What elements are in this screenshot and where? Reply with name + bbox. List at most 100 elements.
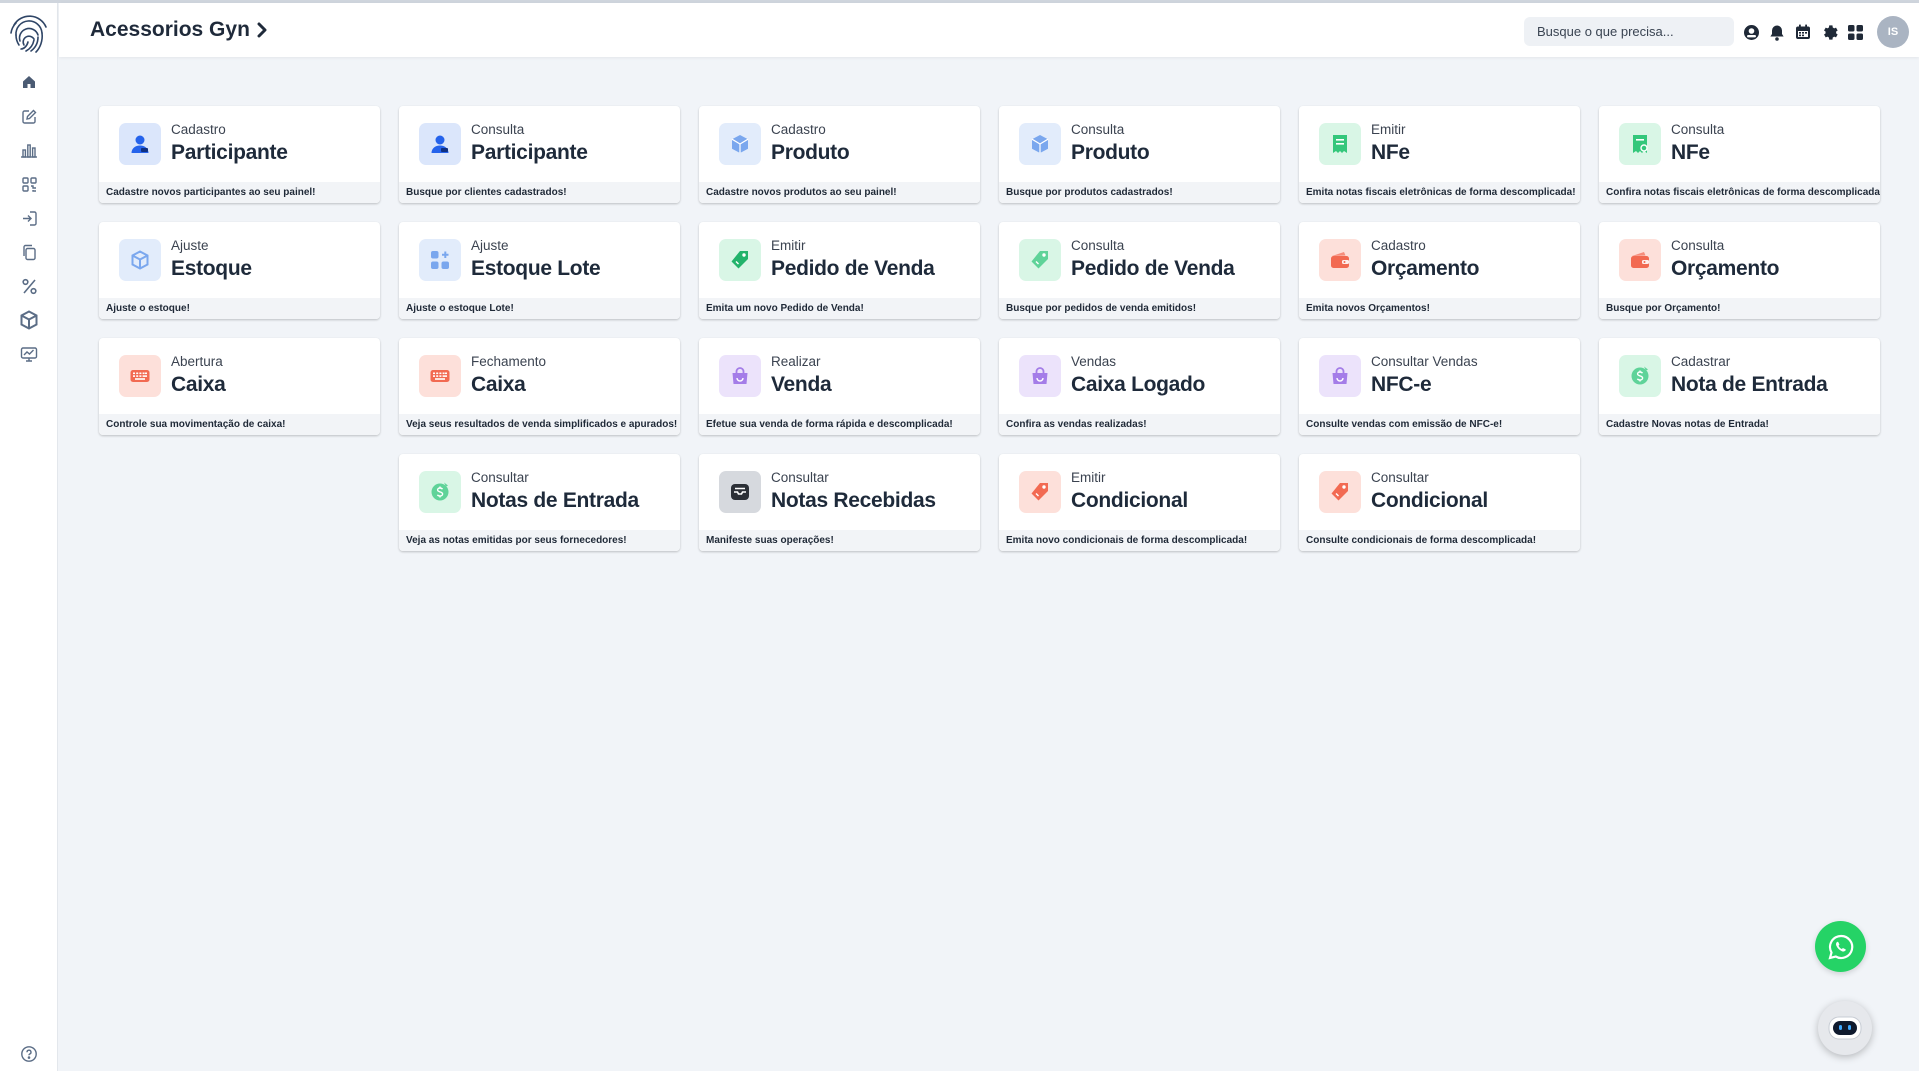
card-description: Emita novo condicionais de forma descomp… xyxy=(999,530,1280,551)
cube-icon xyxy=(719,123,761,165)
bag-icon xyxy=(1319,355,1361,397)
keyboard-icon xyxy=(419,355,461,397)
card-consultar-condicional[interactable]: Consultar Condicional Consulte condicionai… xyxy=(1299,454,1580,551)
card-emitir-nfe[interactable]: Emitir NFe Emita notas fiscais eletrônicas… xyxy=(1299,106,1580,203)
card-ajuste-estoque[interactable]: Ajuste Estoque Ajuste o estoque! xyxy=(99,222,380,319)
calendar-icon[interactable] xyxy=(1794,23,1812,41)
card-description: Consulte vendas com emissão de NFC-e! xyxy=(1299,414,1580,435)
card-title: Nota de Entrada xyxy=(1671,373,1828,396)
card-subtitle: Ajuste xyxy=(471,238,509,253)
card-subtitle: Cadastro xyxy=(771,122,826,137)
card-consultar-notas-entrada[interactable]: Consultar Notas de Entrada Veja as notas e… xyxy=(399,454,680,551)
whatsapp-icon xyxy=(1827,934,1853,960)
card-emitir-condicional[interactable]: Emitir Condicional Emita novo condicionais… xyxy=(999,454,1280,551)
company-selector[interactable]: Acessorios Gyn xyxy=(90,18,268,42)
tag-icon xyxy=(719,239,761,281)
card-cadastro-produto[interactable]: Cadastro Produto Cadastre novos produtos a… xyxy=(699,106,980,203)
card-consulta-nfe[interactable]: Consulta NFe Confira notas fiscais eletrôn… xyxy=(1599,106,1880,203)
card-subtitle: Cadastro xyxy=(1371,238,1426,253)
wallet-icon xyxy=(1619,239,1661,281)
card-abertura-caixa[interactable]: Abertura Caixa Controle sua movimentação d… xyxy=(99,338,380,435)
card-description: Veja seus resultados de venda simplifica… xyxy=(399,414,680,435)
card-consulta-produto[interactable]: Consulta Produto Busque por produtos cadas… xyxy=(999,106,1280,203)
help-icon[interactable] xyxy=(17,1042,41,1066)
fingerprint-logo-icon[interactable] xyxy=(6,11,52,57)
card-vendas-caixa-logado[interactable]: Vendas Caixa Logado Confira as vendas real… xyxy=(999,338,1280,435)
card-description: Cadastre novos produtos ao seu painel! xyxy=(699,182,980,203)
box-icon[interactable] xyxy=(17,308,41,332)
card-subtitle: Cadastro xyxy=(171,122,226,137)
coin-icon xyxy=(419,471,461,513)
assistant-button[interactable] xyxy=(1818,1001,1872,1055)
card-title: Caixa Logado xyxy=(1071,373,1206,396)
card-description: Busque por clientes cadastrados! xyxy=(399,182,680,203)
apps-grid-icon[interactable] xyxy=(1846,23,1864,41)
home-icon[interactable] xyxy=(17,70,41,94)
card-subtitle: Emitir xyxy=(1371,122,1406,137)
login-icon[interactable] xyxy=(17,206,41,230)
cube-icon xyxy=(1019,123,1061,165)
card-subtitle: Emitir xyxy=(1071,470,1106,485)
bag-icon xyxy=(719,355,761,397)
card-consulta-orcamento[interactable]: Consulta Orçamento Busque por Orçamento! xyxy=(1599,222,1880,319)
card-title: NFC-e xyxy=(1371,373,1432,396)
card-subtitle: Emitir xyxy=(771,238,806,253)
card-cadastrar-nota-entrada[interactable]: Cadastrar Nota de Entrada Cadastre Novas n… xyxy=(1599,338,1880,435)
card-description: Busque por Orçamento! xyxy=(1599,298,1880,319)
receipt-search-icon xyxy=(1619,123,1661,165)
card-cadastro-orcamento[interactable]: Cadastro Orçamento Emita novos Orçamentos! xyxy=(1299,222,1580,319)
card-consulta-participante[interactable]: Consulta Participante Busque por clientes … xyxy=(399,106,680,203)
card-title: Notas Recebidas xyxy=(771,489,936,512)
card-title: Estoque xyxy=(171,257,252,280)
percent-icon[interactable] xyxy=(17,274,41,298)
card-description: Emita um novo Pedido de Venda! xyxy=(699,298,980,319)
card-emitir-pedido-venda[interactable]: Emitir Pedido de Venda Emita um novo Pedid… xyxy=(699,222,980,319)
monitor-chart-icon[interactable] xyxy=(17,342,41,366)
card-title: Caixa xyxy=(171,373,226,396)
card-subtitle: Consulta xyxy=(1071,238,1125,253)
card-subtitle: Vendas xyxy=(1071,354,1117,369)
gear-icon[interactable] xyxy=(1820,23,1838,41)
tag-icon xyxy=(1319,471,1361,513)
card-description: Cadastre Novas notas de Entrada! xyxy=(1599,414,1880,435)
search-input[interactable] xyxy=(1524,17,1734,46)
card-description: Efetue sua venda de forma rápida e desco… xyxy=(699,414,980,435)
card-title: Participante xyxy=(171,141,288,164)
wallet-icon xyxy=(1319,239,1361,281)
support-agent-icon[interactable] xyxy=(1742,23,1760,41)
card-ajuste-estoque-lote[interactable]: Ajuste Estoque Lote Ajuste o estoque Lote! xyxy=(399,222,680,319)
card-consultar-vendas-nfce[interactable]: Consultar Vendas NFC-e Consulte vendas com… xyxy=(1299,338,1580,435)
card-description: Controle sua movimentação de caixa! xyxy=(99,414,380,435)
avatar[interactable]: IS xyxy=(1877,16,1909,48)
card-consulta-pedido-venda[interactable]: Consulta Pedido de Venda Busque por pedido… xyxy=(999,222,1280,319)
card-title: Caixa xyxy=(471,373,526,396)
card-description: Cadastre novos participantes ao seu pain… xyxy=(99,182,380,203)
card-title: Condicional xyxy=(1371,489,1488,512)
card-subtitle: Cadastrar xyxy=(1671,354,1731,369)
card-subtitle: Consultar xyxy=(471,470,529,485)
tag-icon xyxy=(1019,239,1061,281)
card-realizar-venda[interactable]: Realizar Venda Efetue sua venda de forma r… xyxy=(699,338,980,435)
card-description: Veja as notas emitidas por seus forneced… xyxy=(399,530,680,551)
copy-icon[interactable] xyxy=(17,240,41,264)
bag-icon xyxy=(1019,355,1061,397)
card-subtitle: Ajuste xyxy=(171,238,209,253)
card-fechamento-caixa[interactable]: Fechamento Caixa Veja seus resultados de v… xyxy=(399,338,680,435)
card-subtitle: Abertura xyxy=(171,354,223,369)
card-subtitle: Consulta xyxy=(1671,238,1725,253)
edit-icon[interactable] xyxy=(17,104,41,128)
user-icon xyxy=(419,123,461,165)
chart-bars-icon[interactable] xyxy=(17,138,41,162)
whatsapp-button[interactable] xyxy=(1815,921,1866,972)
card-subtitle: Consulta xyxy=(1671,122,1725,137)
tag-icon xyxy=(1019,471,1061,513)
qr-scan-icon[interactable] xyxy=(17,172,41,196)
card-subtitle: Realizar xyxy=(771,354,821,369)
card-consultar-notas-recebidas[interactable]: Consultar Notas Recebidas Manifeste suas o… xyxy=(699,454,980,551)
card-description: Consulte condicionais de forma descompli… xyxy=(1299,530,1580,551)
card-description: Emita novos Orçamentos! xyxy=(1299,298,1580,319)
card-description: Busque por produtos cadastrados! xyxy=(999,182,1280,203)
card-description: Manifeste suas operações! xyxy=(699,530,980,551)
bell-icon[interactable] xyxy=(1768,23,1786,41)
card-cadastro-participante[interactable]: Cadastro Participante Cadastre novos parti… xyxy=(99,106,380,203)
